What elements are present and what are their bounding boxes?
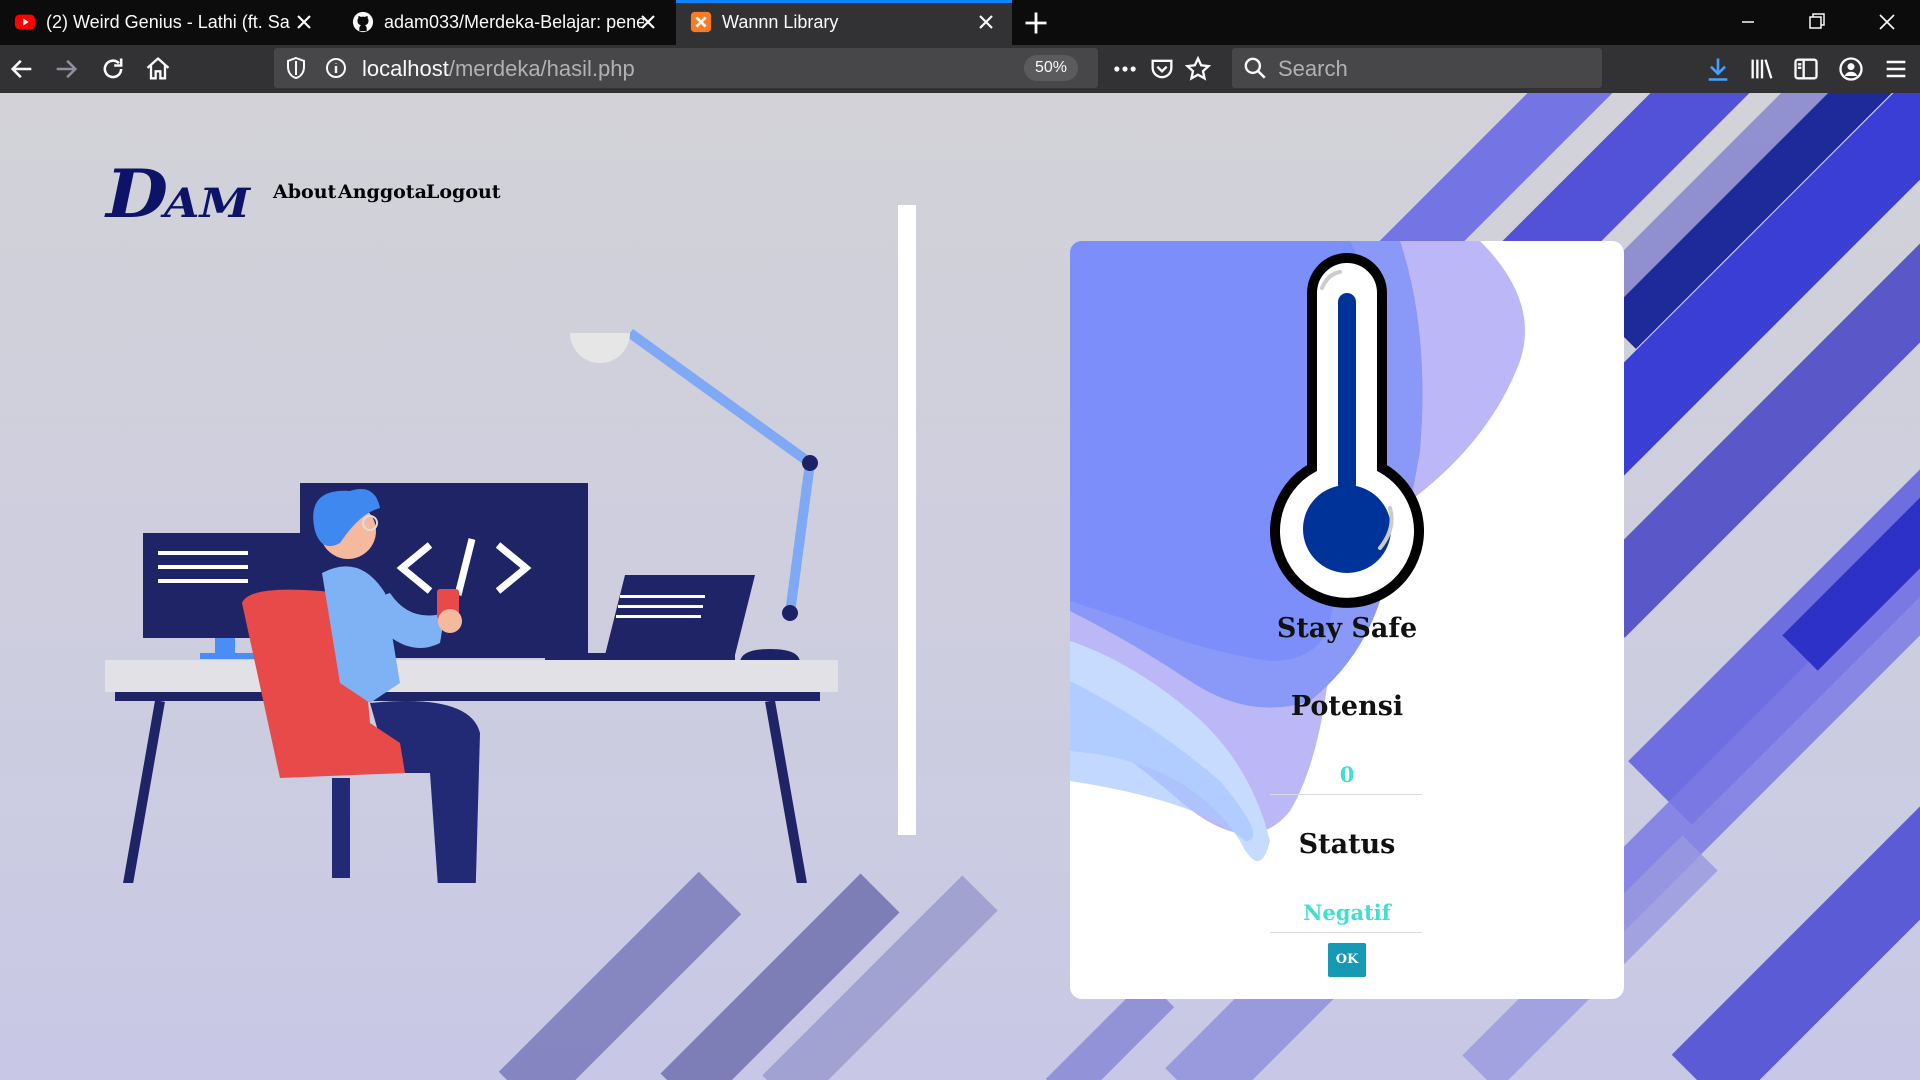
shield-icon[interactable] bbox=[284, 56, 308, 80]
menu-icon[interactable] bbox=[1882, 55, 1910, 83]
tab-title: Wannn Library bbox=[722, 12, 839, 32]
window-close-icon[interactable] bbox=[1856, 0, 1916, 45]
bookmark-star-icon[interactable] bbox=[1184, 55, 1212, 83]
tab-youtube[interactable]: (2) Weird Genius - Lathi (ft. Sara Fajir… bbox=[0, 0, 330, 45]
potensi-value: 0 bbox=[1339, 762, 1355, 787]
tab-strip: (2) Weird Genius - Lathi (ft. Sara Fajir… bbox=[0, 0, 1920, 45]
tab-github[interactable]: adam033/Merdeka-Belajar: penelitian bbox=[338, 0, 674, 45]
potensi-label: Potensi bbox=[1290, 691, 1404, 722]
reload-icon[interactable] bbox=[99, 55, 127, 83]
ok-button[interactable]: OK bbox=[1328, 943, 1366, 977]
downloads-icon[interactable] bbox=[1704, 55, 1732, 83]
new-tab-icon[interactable] bbox=[1022, 9, 1050, 37]
nav-logout-link[interactable]: Logout bbox=[426, 181, 501, 203]
back-icon[interactable] bbox=[8, 55, 36, 83]
zoom-indicator[interactable]: 50% bbox=[1024, 55, 1078, 81]
search-icon bbox=[1244, 57, 1266, 79]
thermometer-icon bbox=[1270, 253, 1424, 608]
status-label: Status bbox=[1298, 829, 1396, 860]
nav-about-link[interactable]: About bbox=[273, 181, 336, 203]
stay-safe-title: Stay Safe bbox=[1276, 613, 1418, 644]
close-icon[interactable] bbox=[974, 10, 998, 34]
url-bar[interactable]: localhost/merdeka/hasil.php 50% bbox=[274, 48, 1098, 88]
pocket-icon[interactable] bbox=[1148, 55, 1176, 83]
github-icon bbox=[352, 11, 374, 33]
close-icon[interactable] bbox=[292, 10, 316, 34]
account-icon[interactable] bbox=[1837, 55, 1865, 83]
navigation-toolbar: localhost/merdeka/hasil.php 50% Search bbox=[0, 45, 1920, 93]
vertical-divider bbox=[898, 205, 916, 835]
more-actions-icon[interactable] bbox=[1111, 55, 1139, 83]
nav-anggota-link[interactable]: Anggota bbox=[338, 181, 427, 203]
close-icon[interactable] bbox=[636, 10, 660, 34]
xampp-icon bbox=[690, 11, 712, 33]
sidebar-icon[interactable] bbox=[1792, 55, 1820, 83]
search-bar[interactable]: Search bbox=[1232, 48, 1602, 88]
url-text[interactable]: localhost/merdeka/hasil.php bbox=[362, 56, 635, 82]
tab-title: adam033/Merdeka-Belajar: penelitian bbox=[384, 12, 644, 32]
url-host: localhost bbox=[362, 56, 449, 81]
url-path: /merdeka/hasil.php bbox=[448, 56, 635, 81]
divider-line bbox=[1270, 794, 1422, 795]
status-value: Negatif bbox=[1303, 900, 1391, 925]
restore-icon[interactable] bbox=[1786, 0, 1846, 45]
tab-wannn-library[interactable]: Wannn Library bbox=[676, 0, 1012, 45]
result-card: Stay Safe Potensi 0 Status Negatif OK bbox=[1070, 241, 1624, 999]
forward-icon[interactable] bbox=[52, 55, 80, 83]
home-icon[interactable] bbox=[144, 55, 172, 83]
info-icon[interactable] bbox=[324, 56, 348, 80]
minimize-icon[interactable] bbox=[1718, 0, 1778, 45]
divider-line bbox=[1270, 932, 1422, 933]
svg-text:AM: AM bbox=[159, 180, 252, 225]
dam-logo[interactable]: D AM bbox=[104, 155, 254, 225]
search-placeholder: Search bbox=[1278, 56, 1348, 81]
page-content: D AM About Anggota Logout Stay Safe Pote… bbox=[0, 93, 1920, 1080]
svg-text:D: D bbox=[104, 155, 168, 225]
tab-title: (2) Weird Genius - Lathi (ft. Sara Fajir… bbox=[46, 12, 291, 32]
library-icon[interactable] bbox=[1748, 55, 1776, 83]
youtube-icon bbox=[14, 14, 36, 30]
developer-desk-illustration bbox=[105, 328, 838, 883]
